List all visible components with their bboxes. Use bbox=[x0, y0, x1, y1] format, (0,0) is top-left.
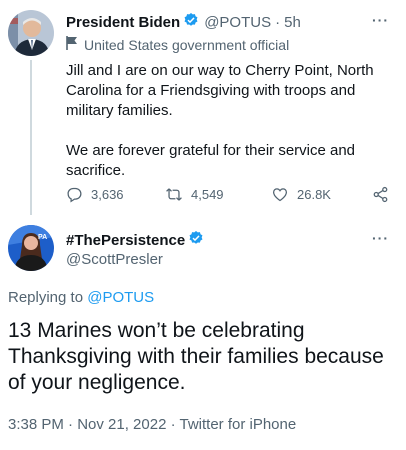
more-icon[interactable]: ··· bbox=[372, 230, 389, 246]
avatar-president-biden[interactable] bbox=[8, 10, 54, 56]
replying-to-handle[interactable]: @POTUS bbox=[87, 289, 154, 306]
flag-icon bbox=[66, 36, 78, 53]
share-icon bbox=[373, 186, 388, 203]
retweet-count: 4,549 bbox=[191, 187, 224, 202]
author-display-name[interactable]: President Biden bbox=[66, 14, 180, 31]
tweet-text: 13 Marines won’t be celebrating Thanksgi… bbox=[8, 319, 384, 394]
share-button[interactable] bbox=[372, 186, 397, 203]
svg-text:PA: PA bbox=[38, 234, 47, 241]
retweet-button[interactable]: 4,549 bbox=[165, 186, 224, 203]
author-handle[interactable]: @POTUS bbox=[204, 14, 271, 31]
verified-badge-icon bbox=[183, 12, 199, 33]
tweet-text-paragraph-1: Jill and I are on our way to Cherry Poin… bbox=[66, 62, 374, 119]
reply-count: 3,636 bbox=[91, 187, 124, 202]
author-handle[interactable]: @ScottPresler bbox=[66, 251, 163, 268]
like-count: 26.8K bbox=[297, 187, 331, 202]
author-display-name[interactable]: #ThePersistence bbox=[66, 232, 185, 249]
reply-icon bbox=[67, 187, 82, 203]
tweet-text-paragraph-2: We are forever grateful for their servic… bbox=[66, 142, 356, 179]
government-label: United States government official bbox=[84, 36, 290, 53]
avatar-thepersistence[interactable]: PA bbox=[8, 225, 54, 271]
tweet-timestamp[interactable]: 3:38 PM · Nov 21, 2022 · Twitter for iPh… bbox=[8, 416, 296, 433]
thread-line bbox=[30, 60, 32, 215]
reply-button[interactable]: 3,636 bbox=[66, 186, 124, 203]
tweet-time[interactable]: 5h bbox=[284, 14, 301, 31]
retweet-icon bbox=[166, 188, 182, 201]
replying-to-label: Replying to bbox=[8, 289, 84, 306]
verified-badge-icon bbox=[188, 230, 204, 251]
separator-dot: · bbox=[275, 14, 281, 31]
like-icon bbox=[272, 188, 288, 202]
like-button[interactable]: 26.8K bbox=[271, 186, 331, 203]
more-icon[interactable]: ··· bbox=[372, 12, 389, 28]
